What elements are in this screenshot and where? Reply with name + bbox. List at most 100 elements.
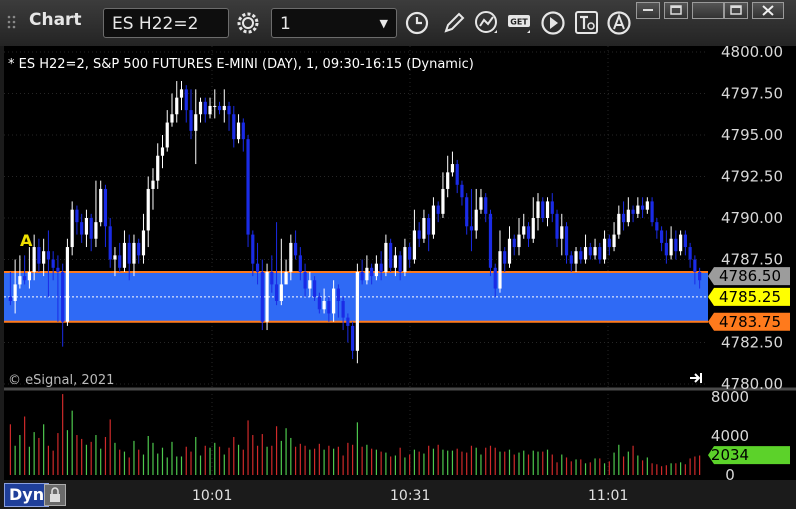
candle-body bbox=[27, 271, 31, 281]
play-icon[interactable] bbox=[539, 9, 567, 37]
candle-body bbox=[526, 226, 531, 239]
candle-body bbox=[555, 213, 559, 239]
candle-body bbox=[408, 247, 412, 260]
pencil-icon[interactable] bbox=[440, 9, 468, 37]
lock-icon[interactable] bbox=[44, 484, 66, 506]
close-icon[interactable] bbox=[752, 2, 784, 19]
candle-body bbox=[322, 301, 326, 310]
candle-body bbox=[132, 242, 136, 264]
price-flag-text: 4786.50 bbox=[719, 267, 781, 285]
alert-icon[interactable] bbox=[605, 9, 633, 37]
candle-body bbox=[560, 226, 564, 239]
candle-body bbox=[664, 242, 668, 256]
candle-body bbox=[417, 230, 421, 239]
clock-icon[interactable] bbox=[403, 9, 431, 37]
candle-body bbox=[317, 296, 321, 310]
maximize-window-icon[interactable] bbox=[724, 2, 748, 19]
time-label: 11:01 bbox=[588, 488, 629, 504]
candle-body bbox=[355, 271, 359, 351]
candle-body bbox=[626, 209, 630, 223]
candle-body bbox=[118, 255, 122, 268]
candle-body bbox=[160, 147, 165, 156]
candle-body bbox=[146, 188, 150, 231]
candle-body bbox=[693, 259, 697, 272]
candle-body bbox=[384, 242, 388, 272]
candle-body bbox=[298, 255, 302, 272]
candle-body bbox=[640, 205, 645, 210]
candle-body bbox=[37, 247, 41, 264]
candle-body bbox=[246, 139, 250, 235]
candle-body bbox=[127, 242, 131, 264]
price-tick-label: 4790.00 bbox=[721, 209, 783, 227]
toolbar: Chart ES H22=2 1 ▼ GET bbox=[0, 0, 796, 46]
candle-body bbox=[293, 242, 298, 256]
candle-body bbox=[398, 255, 402, 272]
interval-select[interactable]: 1 ▼ bbox=[271, 8, 397, 38]
candle-body bbox=[379, 263, 383, 272]
candle-body bbox=[65, 247, 70, 322]
candle-body bbox=[536, 201, 540, 218]
candle-body bbox=[602, 238, 607, 260]
price-tick-label: 4792.50 bbox=[721, 168, 783, 186]
candle-body bbox=[61, 271, 65, 322]
candle-body bbox=[412, 230, 417, 260]
candle-body bbox=[336, 288, 340, 301]
text-tool-icon[interactable] bbox=[573, 9, 601, 37]
gear-icon[interactable] bbox=[234, 9, 262, 37]
candle-body bbox=[308, 280, 312, 289]
candle-body bbox=[141, 230, 146, 256]
restore-icon[interactable] bbox=[636, 2, 660, 19]
candle-body bbox=[517, 234, 521, 248]
candle-body bbox=[156, 155, 160, 181]
candle-body bbox=[636, 205, 640, 214]
candle-body bbox=[332, 288, 336, 314]
grip-icon[interactable] bbox=[6, 14, 18, 30]
candle-body bbox=[446, 172, 450, 189]
candle-body bbox=[484, 197, 488, 214]
volume-tick-label: 0 bbox=[725, 466, 735, 480]
maximize-icon[interactable] bbox=[664, 2, 688, 19]
chart-background bbox=[4, 46, 708, 480]
volume-tick-label: 4000 bbox=[711, 427, 749, 445]
price-chart[interactable]: 4800.00 4797.50 4795.00 4792.50 4790.00 4787.… bbox=[0, 46, 796, 480]
candle-body bbox=[99, 188, 103, 223]
candle-body bbox=[312, 280, 317, 297]
candle-body bbox=[393, 255, 398, 268]
dynamic-mode-button[interactable]: Dyn bbox=[4, 483, 50, 507]
candle-body bbox=[23, 276, 27, 281]
candle-body bbox=[189, 110, 193, 131]
candle-body bbox=[8, 296, 12, 301]
candle-body bbox=[569, 255, 573, 264]
candle-body bbox=[422, 218, 426, 239]
get-icon[interactable]: GET bbox=[506, 9, 534, 37]
price-line-label: 4786.50 bbox=[708, 267, 790, 286]
candle-body bbox=[18, 276, 22, 285]
candle-body bbox=[617, 213, 621, 235]
candle-body bbox=[588, 247, 592, 256]
candle-body bbox=[289, 242, 293, 272]
candle-body bbox=[455, 164, 459, 185]
candle-body bbox=[70, 209, 74, 248]
candle-body bbox=[137, 242, 141, 256]
svg-text:GET: GET bbox=[510, 18, 528, 27]
chevron-down-icon: ▼ bbox=[379, 17, 388, 30]
symbol-input[interactable]: ES H22=2 bbox=[103, 8, 229, 38]
candle-body bbox=[232, 114, 236, 140]
candle-body bbox=[327, 301, 331, 314]
candle-body bbox=[175, 97, 179, 115]
candle-body bbox=[241, 122, 245, 140]
candle-body bbox=[674, 238, 678, 252]
line-tools-icon[interactable] bbox=[473, 9, 501, 37]
candle-body bbox=[493, 267, 497, 289]
candle-body bbox=[474, 209, 478, 231]
candle-body bbox=[598, 247, 602, 260]
candle-body bbox=[84, 218, 89, 235]
volume-last-label: 2034 bbox=[708, 446, 790, 465]
candle-body bbox=[683, 234, 687, 248]
candle-body bbox=[94, 222, 98, 239]
candle-body bbox=[574, 251, 578, 264]
candle-body bbox=[370, 267, 374, 277]
candle-body bbox=[655, 222, 659, 231]
candle-body bbox=[403, 247, 407, 272]
candle-body bbox=[32, 247, 36, 272]
